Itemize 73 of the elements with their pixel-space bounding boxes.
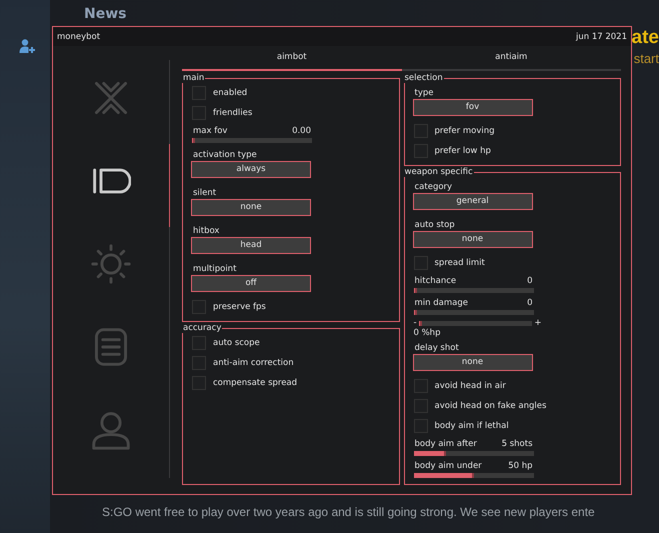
dropdown-label: multipoint bbox=[192, 264, 238, 274]
dropdown-label: category bbox=[414, 182, 454, 192]
checkbox[interactable] bbox=[192, 336, 206, 350]
slider-label: body aim under bbox=[414, 461, 482, 472]
article-text: S:GO went free to play over two years ago and is still going strong. We see new players ente bbox=[102, 505, 596, 519]
slider-value: 0.00 bbox=[292, 126, 311, 137]
checkbox[interactable] bbox=[414, 256, 428, 270]
checkbox[interactable] bbox=[414, 399, 428, 413]
group-title: selection bbox=[404, 73, 444, 83]
window-title: moneybot bbox=[57, 32, 100, 42]
dropdown[interactable]: none bbox=[191, 199, 311, 216]
checkbox-label: avoid head in air bbox=[434, 381, 506, 391]
checkbox-label: anti-aim correction bbox=[213, 358, 294, 368]
dropdown[interactable]: none bbox=[412, 354, 532, 371]
subline-text: start bbox=[634, 50, 659, 68]
checkbox-label: auto scope bbox=[213, 338, 260, 348]
dropdown[interactable]: general bbox=[412, 193, 532, 210]
checkbox-label: prefer low hp bbox=[434, 146, 491, 156]
user-icon[interactable] bbox=[91, 410, 131, 450]
checkbox[interactable] bbox=[192, 356, 206, 370]
slider-value: 5 shots bbox=[502, 439, 532, 450]
checkbox[interactable] bbox=[414, 124, 428, 138]
dropdown-label: delay shot bbox=[414, 343, 460, 353]
checkbox[interactable] bbox=[192, 86, 206, 100]
slider-track[interactable] bbox=[418, 321, 532, 326]
slider-value: 0 bbox=[527, 276, 532, 287]
checkbox-label: prefer moving bbox=[434, 126, 495, 136]
window-date: jun 17 2021 bbox=[576, 32, 627, 42]
dropdown-label: type bbox=[414, 88, 434, 98]
dropdown[interactable]: head bbox=[191, 237, 311, 254]
slider-value: 50 hp bbox=[508, 461, 532, 472]
checkbox-label: body aim if lethal bbox=[434, 421, 509, 431]
checkbox[interactable] bbox=[192, 106, 206, 120]
slider-value: 0 %hp bbox=[414, 328, 442, 338]
checkbox[interactable] bbox=[414, 144, 428, 158]
slider-label: min damage bbox=[414, 298, 468, 309]
tab[interactable]: aimbot bbox=[182, 49, 402, 71]
checkbox-label: compensate spread bbox=[213, 378, 298, 388]
slider-label: max fov bbox=[193, 126, 228, 137]
news-heading: News bbox=[84, 6, 128, 22]
slider-track[interactable] bbox=[192, 138, 312, 143]
dropdown-label: activation type bbox=[192, 150, 258, 160]
dropdown-label: auto stop bbox=[414, 220, 456, 230]
checkbox[interactable] bbox=[414, 419, 428, 433]
slider-track[interactable] bbox=[414, 473, 534, 478]
group-title: accuracy bbox=[182, 323, 222, 333]
checkbox-label: friendlies bbox=[213, 108, 252, 118]
increase-button[interactable]: + bbox=[534, 319, 542, 328]
slider-track[interactable] bbox=[414, 288, 534, 293]
add-friend-icon[interactable] bbox=[19, 38, 35, 54]
dropdown[interactable]: none bbox=[412, 231, 532, 248]
slider-label: hitchance bbox=[414, 276, 456, 287]
checkbox[interactable] bbox=[192, 376, 206, 390]
checkbox[interactable] bbox=[414, 379, 428, 393]
dropdown-label: hitbox bbox=[192, 226, 220, 236]
checkbox-label: preserve fps bbox=[213, 302, 266, 312]
sun-icon[interactable] bbox=[91, 244, 131, 284]
slider-track[interactable] bbox=[414, 310, 534, 315]
checkbox-label: spread limit bbox=[434, 258, 485, 268]
dropdown[interactable]: off bbox=[191, 275, 311, 292]
slider-value: 0 bbox=[527, 298, 532, 309]
slider-label: body aim after bbox=[414, 439, 477, 450]
group-title: weapon specific bbox=[404, 167, 474, 177]
dropdown[interactable]: always bbox=[191, 161, 311, 178]
headline-text: ate bbox=[632, 26, 659, 50]
checkbox-label: avoid head on fake angles bbox=[434, 401, 546, 411]
dropdown[interactable]: fov bbox=[412, 99, 532, 116]
checkbox-label: enabled bbox=[213, 88, 248, 98]
checkbox[interactable] bbox=[192, 300, 206, 314]
tab[interactable]: antiaim bbox=[402, 49, 621, 71]
slider-track[interactable] bbox=[414, 451, 534, 456]
dropdown-label: silent bbox=[192, 188, 218, 198]
group-title: main bbox=[182, 73, 206, 83]
